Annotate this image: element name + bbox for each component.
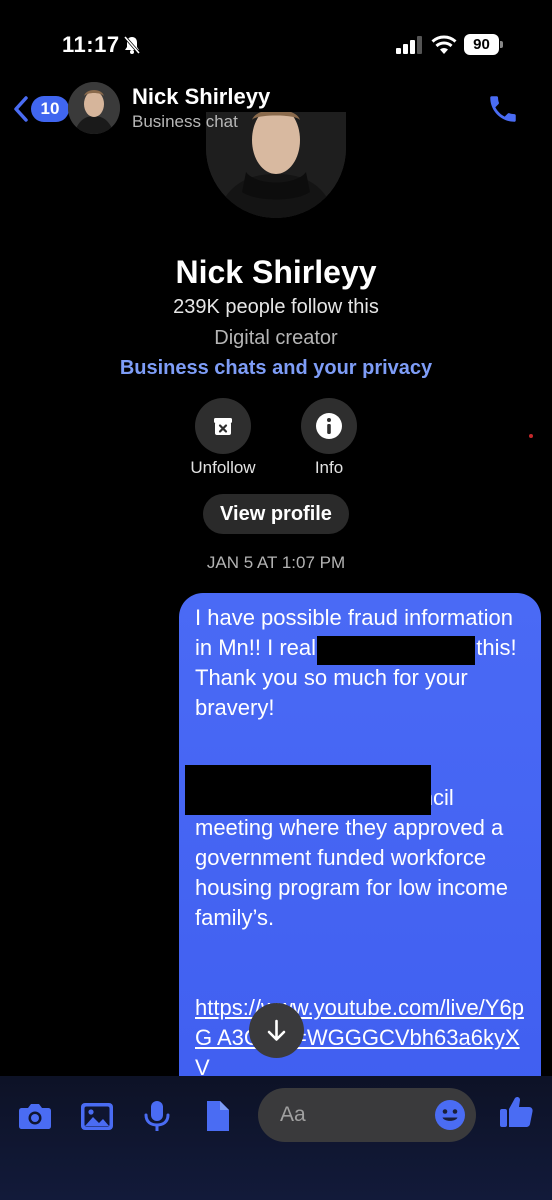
status-bar: 11:17 90 (0, 0, 552, 80)
bell-muted-icon (123, 36, 141, 54)
business-privacy-link[interactable]: Business chats and your privacy (0, 357, 552, 380)
unfollow-circle[interactable] (195, 398, 251, 454)
like-icon[interactable] (498, 1094, 534, 1130)
redaction-box (185, 765, 431, 815)
phone-icon[interactable] (486, 92, 520, 126)
info-label: Info (314, 458, 344, 477)
unread-count-badge: 10 (31, 96, 69, 122)
profile-category: Digital creator (214, 327, 338, 349)
chat-header: 10 Nick Shirleyy Business chat (0, 80, 552, 144)
camera-icon[interactable] (16, 1098, 54, 1134)
unfollow-icon (214, 418, 232, 435)
back-button[interactable]: 10 (12, 94, 69, 124)
file-icon[interactable] (198, 1098, 236, 1134)
gallery-icon[interactable] (78, 1098, 116, 1134)
battery-tip (500, 41, 503, 48)
follower-count: 239K people follow this (173, 296, 379, 318)
scroll-to-bottom-button[interactable] (249, 1003, 304, 1058)
notification-dot (529, 434, 533, 438)
chevron-left-icon (14, 96, 28, 122)
emoji-icon[interactable] (434, 1099, 466, 1131)
profile-name: Nick Shirleyy (175, 254, 377, 290)
message-placeholder: Aa (280, 1103, 306, 1126)
arrow-down-icon (267, 1019, 286, 1041)
unfollow-label: Unfollow (190, 458, 256, 477)
info-button[interactable]: Info (274, 398, 384, 478)
header-avatar[interactable] (68, 82, 120, 134)
message-link[interactable]: https://www.youtube.com/live/Y6pG A3CI?s… (195, 993, 525, 1083)
wifi-icon (431, 35, 457, 54)
contact-name[interactable]: Nick Shirleyy (132, 84, 270, 110)
view-profile-button[interactable]: View profile (203, 494, 349, 534)
info-icon (316, 413, 342, 439)
status-time: 11:17 (62, 32, 120, 57)
contact-subtitle: Business chat (132, 112, 238, 131)
microphone-icon[interactable] (138, 1098, 176, 1134)
composer-bar: Aa (0, 1076, 552, 1200)
redaction-box (317, 636, 475, 665)
battery-level: 90 (464, 34, 499, 55)
message-timestamp: JAN 5 AT 1:07 PM (206, 553, 346, 572)
signal-icon (396, 36, 422, 54)
info-circle[interactable] (301, 398, 357, 454)
message-input[interactable]: Aa (258, 1088, 476, 1142)
unfollow-button[interactable]: Unfollow (168, 398, 278, 478)
outgoing-message-bubble[interactable]: I have possible fraud information in Mn!… (179, 593, 541, 1153)
battery-indicator: 90 (464, 34, 504, 55)
